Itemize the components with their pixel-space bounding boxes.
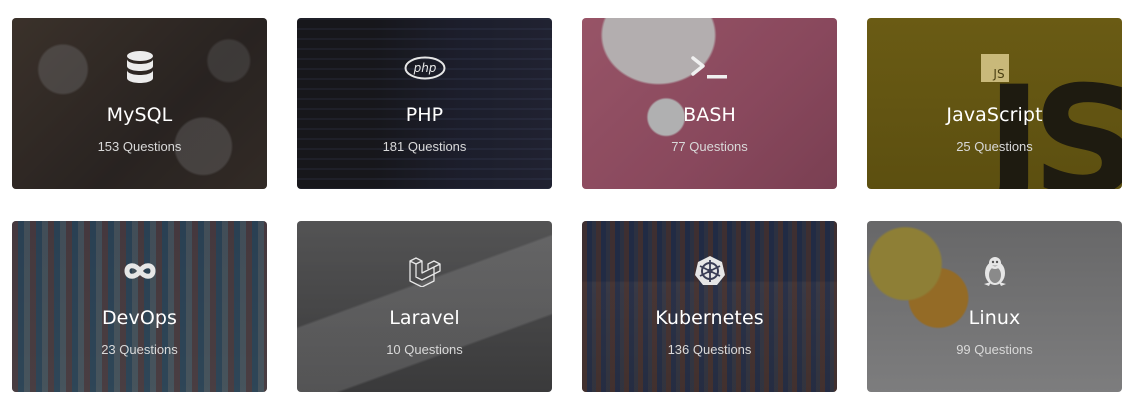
category-card-laravel[interactable]: Laravel 10 Questions	[297, 221, 552, 392]
card-question-count: 10 Questions	[386, 342, 463, 357]
php-logo-icon: php	[297, 50, 552, 86]
category-card-kubernetes[interactable]: Kubernetes 136 Questions	[582, 221, 837, 392]
js-logo-icon: JS	[867, 50, 1122, 86]
category-card-bash[interactable]: BASH 77 Questions	[582, 18, 837, 189]
card-title: DevOps	[101, 307, 178, 329]
laravel-logo-icon	[297, 253, 552, 289]
svg-text:php: php	[412, 61, 436, 75]
penguin-icon	[867, 253, 1122, 289]
card-title: JavaScript	[946, 104, 1043, 126]
card-question-count: 181 Questions	[382, 139, 467, 154]
category-card-javascript[interactable]: JS JS JavaScript 25 Questions	[867, 18, 1122, 189]
card-question-count: 136 Questions	[667, 342, 752, 357]
category-grid: MySQL 153 Questions php PHP 181 Question…	[0, 0, 1132, 411]
card-title: Laravel	[389, 307, 460, 329]
card-question-count: 23 Questions	[101, 342, 178, 357]
infinity-icon	[12, 253, 267, 289]
card-question-count: 153 Questions	[97, 139, 182, 154]
card-question-count: 25 Questions	[956, 139, 1033, 154]
helm-wheel-icon	[582, 253, 837, 289]
card-title: MySQL	[106, 104, 173, 126]
card-title: Kubernetes	[655, 307, 764, 329]
category-card-mysql[interactable]: MySQL 153 Questions	[12, 18, 267, 189]
card-title: PHP	[405, 104, 444, 126]
svg-text:JS: JS	[992, 67, 1004, 81]
card-title: BASH	[683, 104, 736, 126]
database-icon	[12, 50, 267, 86]
category-card-linux[interactable]: Linux 99 Questions	[867, 221, 1122, 392]
category-card-devops[interactable]: DevOps 23 Questions	[12, 221, 267, 392]
terminal-icon	[582, 50, 837, 86]
category-card-php[interactable]: php PHP 181 Questions	[297, 18, 552, 189]
card-question-count: 77 Questions	[671, 139, 748, 154]
card-question-count: 99 Questions	[956, 342, 1033, 357]
card-title: Linux	[968, 307, 1021, 329]
